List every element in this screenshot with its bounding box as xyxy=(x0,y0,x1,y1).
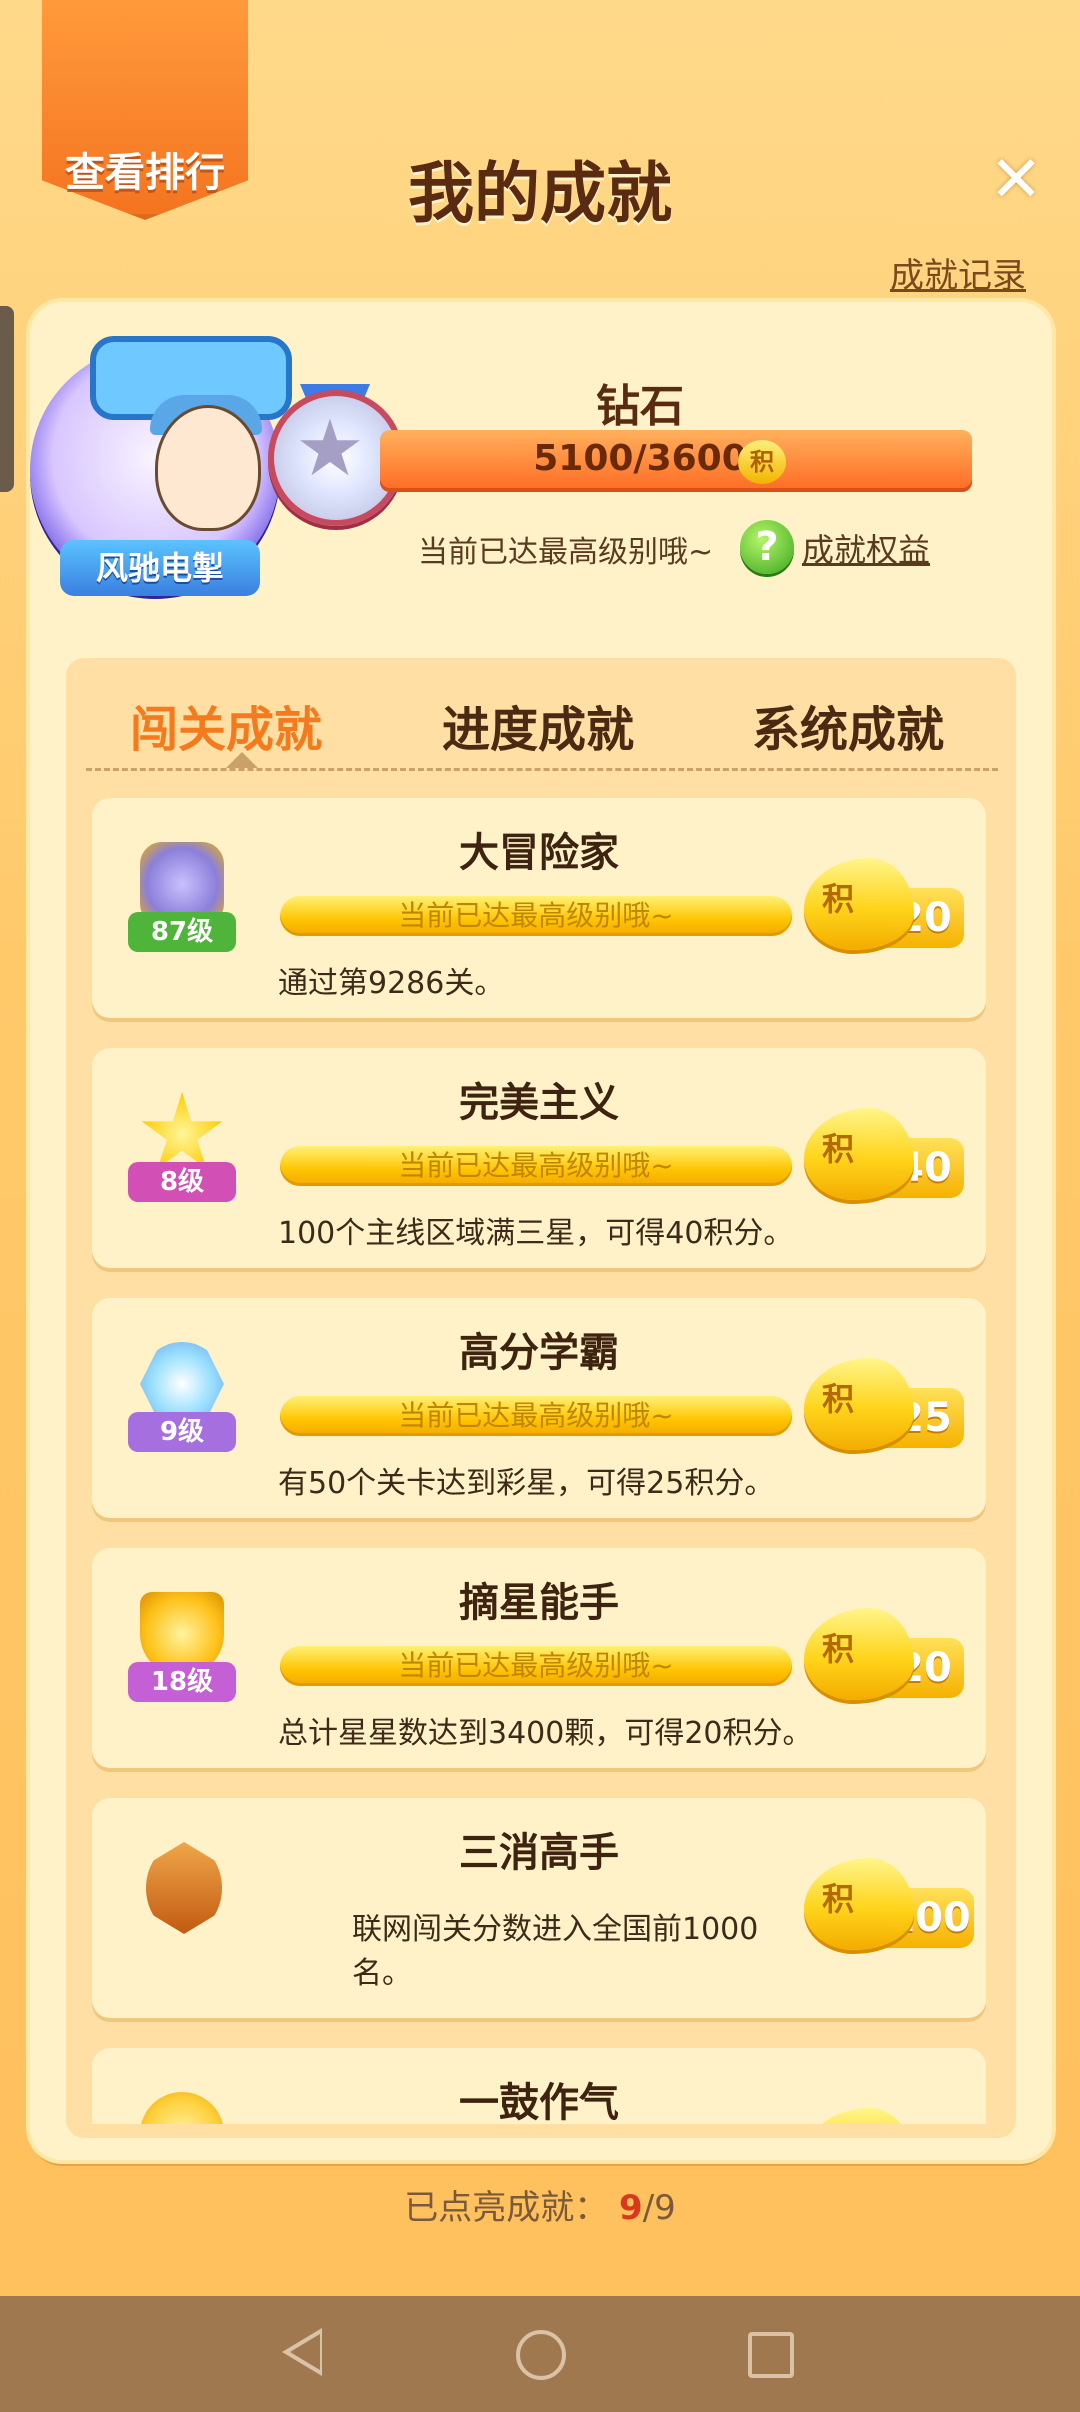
points-coin-icon: 积 xyxy=(738,440,786,484)
achievement-progress-bar: 当前已达最高级别哦~ xyxy=(280,896,792,936)
points-coin-icon xyxy=(804,1858,914,1950)
level-status: 当前已达最高级别哦~ xyxy=(418,535,714,570)
achievement-progress-bar: 当前已达最高级别哦~ xyxy=(280,1146,792,1186)
achievement-record-link[interactable]: 成就记录 xyxy=(890,248,1026,297)
points-reward: 25 积 xyxy=(804,1358,964,1458)
points-coin-label: 积 xyxy=(822,1630,855,1668)
close-icon[interactable]: ✕ xyxy=(984,148,1048,212)
points-coin-icon xyxy=(804,2108,914,2124)
page-title: 我的成就 xyxy=(408,155,672,232)
tab-indicator xyxy=(226,752,258,768)
achievement-list[interactable]: 87级 大冒险家 当前已达最高级别哦~ 通过第9286关。 20 积 8级 完美… xyxy=(86,790,998,2124)
side-handle[interactable] xyxy=(0,306,14,492)
achievement-desc: 通过第9286关。 xyxy=(278,966,505,1001)
tab-divider xyxy=(86,768,998,771)
star-icon: ★ xyxy=(295,404,365,494)
points-coin-icon xyxy=(804,1608,914,1700)
achievement-progress-bar: 当前已达最高级别哦~ xyxy=(280,1396,792,1436)
achievement-card[interactable]: 三消高手 联网闯关分数进入全国前1000名。 100 积 xyxy=(92,1798,986,2018)
badge-level: 87级 xyxy=(128,912,236,952)
level-name: 钻石 xyxy=(596,381,684,432)
lit-achievements-total: 9 xyxy=(654,2188,676,2228)
achievement-card[interactable]: 87级 大冒险家 当前已达最高级别哦~ 通过第9286关。 20 积 xyxy=(92,798,986,1018)
avatar-name-plate: 风驰电掣 xyxy=(60,540,260,596)
recent-apps-icon[interactable] xyxy=(748,2332,794,2378)
badge-level: 18级 xyxy=(128,1662,236,1702)
tab-stage-achievements[interactable]: 闯关成就 xyxy=(130,690,322,760)
achievement-desc: 总计星星数达到3400颗，可得20积分。 xyxy=(278,1716,813,1751)
level-progress-text: 5100/3600 xyxy=(533,438,747,479)
tab-progress-achievements[interactable]: 进度成就 xyxy=(442,690,634,760)
achievement-card[interactable]: 9级 高分学霸 当前已达最高级别哦~ 有50个关卡达到彩星，可得25积分。 25… xyxy=(92,1298,986,1518)
achievement-desc: 100个主线区域满三星，可得40积分。 xyxy=(278,1216,794,1251)
achievement-card[interactable]: 18级 摘星能手 当前已达最高级别哦~ 总计星星数达到3400颗，可得20积分。… xyxy=(92,1548,986,1768)
points-reward: 100 积 xyxy=(804,1858,974,1958)
tab-system-achievements[interactable]: 系统成就 xyxy=(752,690,944,760)
points-coin-label: 积 xyxy=(822,880,855,918)
help-icon[interactable]: ? xyxy=(740,520,794,574)
achievement-card[interactable]: 一鼓作气 xyxy=(92,2048,986,2124)
points-coin-icon xyxy=(804,1358,914,1450)
points-coin-label: 积 xyxy=(822,1380,855,1418)
achievement-card[interactable]: 8级 完美主义 当前已达最高级别哦~ 100个主线区域满三星，可得40积分。 4… xyxy=(92,1048,986,1268)
points-coin-icon xyxy=(804,858,914,950)
badge-level: 9级 xyxy=(128,1412,236,1452)
lit-achievements-current: 9 xyxy=(619,2188,643,2228)
back-icon-inner xyxy=(290,2334,320,2370)
points-coin-icon xyxy=(804,1108,914,1200)
points-reward: 40 积 xyxy=(804,1108,964,1208)
lit-achievements-count: 已点亮成就： 9/9 xyxy=(0,2180,1080,2229)
home-icon[interactable] xyxy=(516,2330,566,2380)
points-reward: 20 积 xyxy=(804,1608,964,1708)
achievement-desc: 有50个关卡达到彩星，可得25积分。 xyxy=(278,1466,775,1501)
points-reward xyxy=(804,2108,960,2124)
achievement-desc: 联网闯关分数进入全国前1000名。 xyxy=(352,1912,759,1991)
avatar xyxy=(155,405,261,531)
lit-achievements-separator: / xyxy=(642,2188,655,2228)
lit-achievements-label: 已点亮成就： xyxy=(404,2188,609,2228)
points-reward: 20 积 xyxy=(804,858,964,958)
badge-level: 8级 xyxy=(128,1162,236,1202)
achievement-rights-link[interactable]: 成就权益 xyxy=(802,525,930,571)
points-coin-label: 积 xyxy=(822,1880,855,1918)
achievement-progress-bar: 当前已达最高级别哦~ xyxy=(280,1646,792,1686)
points-coin-label: 积 xyxy=(822,1130,855,1168)
